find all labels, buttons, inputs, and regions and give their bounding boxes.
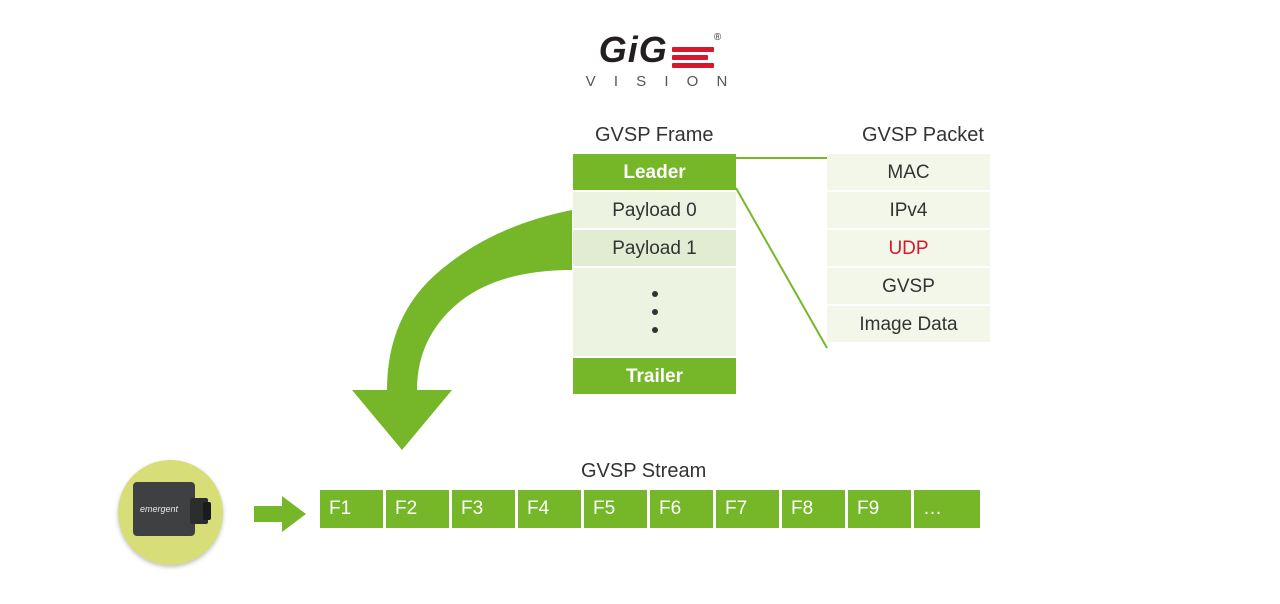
stream-more-cell: … [914, 490, 980, 528]
packet-gvsp-cell: GVSP [827, 268, 990, 306]
logo-gig-text: GiG [599, 29, 668, 70]
frame-to-packet-connector-lines [736, 150, 827, 370]
stream-f3-cell: F3 [452, 490, 518, 528]
packet-ipv4-cell: IPv4 [827, 192, 990, 230]
stream-f7-cell: F7 [716, 490, 782, 528]
stream-f9-cell: F9 [848, 490, 914, 528]
gvsp-packet-column: MAC IPv4 UDP GVSP Image Data [827, 154, 990, 344]
camera-to-stream-arrow-icon [252, 494, 308, 534]
camera-icon: emergent [118, 460, 223, 565]
gvsp-stream-title: GVSP Stream [581, 460, 706, 483]
stream-f2-cell: F2 [386, 490, 452, 528]
gvsp-frame-title: GVSP Frame [595, 124, 714, 147]
gvsp-stream-row: F1 F2 F3 F4 F5 F6 F7 F8 F9 … [320, 490, 980, 528]
stream-f8-cell: F8 [782, 490, 848, 528]
stream-f5-cell: F5 [584, 490, 650, 528]
logo-subtext: V I S I O N [580, 73, 740, 90]
camera-lens-icon [203, 502, 211, 520]
frame-leader-cell: Leader [573, 154, 736, 192]
packet-udp-cell: UDP [827, 230, 990, 268]
stream-f1-cell: F1 [320, 490, 386, 528]
camera-brand-label: emergent [140, 504, 178, 514]
logo-e-bars-icon [672, 44, 714, 71]
gvsp-packet-title: GVSP Packet [862, 124, 984, 147]
packet-image-cell: Image Data [827, 306, 990, 344]
logo-top-line: GiG ® [580, 32, 740, 71]
stream-f4-cell: F4 [518, 490, 584, 528]
packet-mac-cell: MAC [827, 154, 990, 192]
logo-registered-mark: ® [714, 32, 721, 43]
stream-f6-cell: F6 [650, 490, 716, 528]
frame-to-stream-arrow-icon [322, 200, 602, 460]
gige-vision-logo: GiG ® V I S I O N [580, 32, 740, 90]
